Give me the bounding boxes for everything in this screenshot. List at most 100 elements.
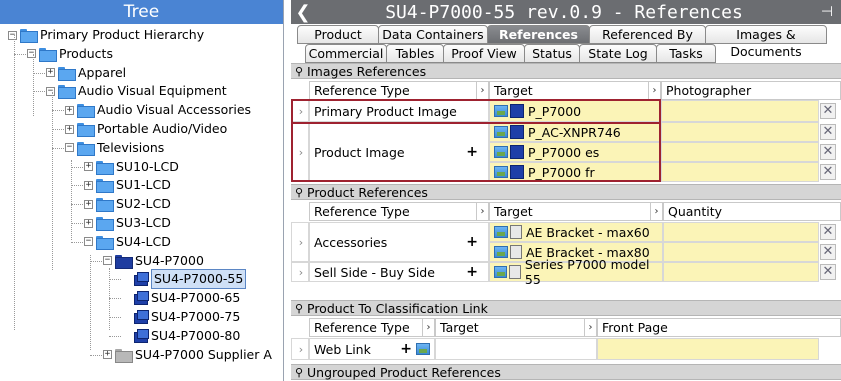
column-target[interactable]: Target › [489,81,661,100]
remove-reference-icon[interactable]: ✕ [820,103,836,119]
collapse-icon[interactable]: − [103,256,112,266]
remove-reference-icon[interactable]: ✕ [820,144,836,160]
column-quantity[interactable]: Quantity [663,202,841,221]
row-expand[interactable]: › [291,222,309,262]
column-reference-type[interactable]: Reference Type › [309,81,489,100]
row-expand[interactable]: › [291,262,309,282]
column-menu-icon[interactable]: › [584,319,596,336]
tab-images-documents[interactable]: Images & Documents [705,25,827,59]
row-expand-icon[interactable]: › [292,266,310,279]
column-reference-type[interactable]: Reference Type › [309,202,489,221]
row-expand-icon[interactable]: › [292,236,310,249]
pin-panel-icon[interactable]: ⊣ [813,4,841,20]
target-cell[interactable] [435,338,597,360]
classification-link-header[interactable]: ⚲ Product To Classification Link [291,300,841,316]
collapse-icon[interactable]: − [27,49,36,59]
tab-status[interactable]: Status [524,44,580,63]
tab-product[interactable]: Product [297,25,379,44]
target-label[interactable]: AE Bracket - max60 [526,225,650,240]
column-menu-icon[interactable]: › [422,319,434,336]
column-menu-icon[interactable]: › [648,82,660,99]
tab-tables[interactable]: Tables [386,44,444,63]
tree-node[interactable]: − Primary Product Hierarchy [8,26,204,44]
expand-icon[interactable]: + [84,180,93,190]
add-reference-icon[interactable]: + [466,264,478,280]
target-label[interactable]: Series P7000 model 55 [525,257,662,287]
tab-commercial[interactable]: Commercial [305,44,387,63]
target-cell[interactable]: AE Bracket - max60 [489,222,663,242]
tree-node[interactable]: + SU10-LCD [84,158,179,176]
tree-node[interactable]: + Portable Audio/Video [65,120,227,138]
tree-node[interactable]: − Products [27,45,113,63]
collapse-icon[interactable]: − [65,143,74,153]
photographer-cell[interactable] [661,100,819,122]
collapse-icon[interactable]: − [8,30,17,40]
column-target[interactable]: Target › [435,318,597,337]
quantity-cell[interactable] [663,222,819,242]
ungrouped-references-header[interactable]: ⚲ Ungrouped Product References [291,364,841,380]
tree-node[interactable]: + SU2-LCD [84,195,171,213]
photographer-cell[interactable] [661,142,819,162]
tab-proof-view[interactable]: Proof View [443,44,525,63]
tab-state-log[interactable]: State Log [579,44,657,63]
expand-icon[interactable]: + [84,218,93,228]
tree-node[interactable]: − SU4-P7000 [103,252,204,270]
tree-node[interactable]: SU4-P7000-80 [122,327,240,345]
tree-node[interactable]: − Televisions [65,139,164,157]
tree-node[interactable]: SU4-P7000-75 [122,308,240,326]
column-front-page[interactable]: Front Page [597,318,841,337]
tree-node[interactable]: + SU4-P7000 Supplier A [103,346,272,364]
tab-referenced-by[interactable]: Referenced By [589,25,706,44]
tab-references[interactable]: References [487,25,590,44]
tree-node-label: Primary Product Hierarchy [40,27,205,42]
add-reference-icon[interactable]: + [466,234,478,250]
collapse-icon[interactable]: − [46,86,55,96]
row-expand-icon[interactable]: › [292,343,310,356]
column-menu-icon[interactable]: › [476,203,488,220]
column-target[interactable]: Target › [489,202,663,221]
tab-tasks[interactable]: Tasks [656,44,716,63]
expand-icon[interactable]: + [65,105,74,115]
remove-reference-icon[interactable]: ✕ [820,264,836,280]
target-cell[interactable]: Series P7000 model 55 [489,257,663,287]
tree-node[interactable]: + SU1-LCD [84,176,171,194]
remove-reference-icon[interactable]: ✕ [820,224,836,240]
expand-icon[interactable]: + [46,68,55,78]
tree-node-label: Apparel [78,64,127,80]
tab-data-containers[interactable]: Data Containers [378,25,488,44]
quantity-cell[interactable] [663,242,819,262]
pin-icon[interactable]: ⚲ [291,366,307,379]
expand-icon[interactable]: + [84,162,93,172]
row-expand[interactable]: › [291,338,309,360]
expand-icon[interactable]: + [65,124,74,134]
remove-reference-icon[interactable]: ✕ [820,244,836,260]
tree-node[interactable]: − SU4-LCD [84,233,171,251]
quantity-cell[interactable] [663,262,819,282]
column-menu-icon[interactable]: › [650,203,662,220]
add-reference-icon[interactable]: + [400,341,412,357]
back-icon[interactable]: ❮ [291,2,315,23]
column-reference-type[interactable]: Reference Type › [309,318,435,337]
tree-node[interactable]: + SU3-LCD [84,214,171,232]
tree-node[interactable]: + Apparel [46,64,126,82]
remove-reference-icon[interactable]: ✕ [820,164,836,180]
tree-node[interactable]: − Audio Visual Equipment [46,82,227,100]
product-references-header[interactable]: ⚲ Product References [291,184,841,200]
pin-icon[interactable]: ⚲ [291,65,307,78]
tree-node[interactable]: SU4-P7000-55 [122,269,247,290]
images-references-header[interactable]: ⚲ Images References [291,63,841,79]
expand-icon[interactable]: + [84,199,93,209]
front-page-cell[interactable] [597,338,819,360]
expand-icon[interactable]: + [103,350,112,360]
remove-reference-icon[interactable]: ✕ [820,124,836,140]
tree-node[interactable]: SU4-P7000-65 [122,289,240,307]
tree-node[interactable]: + Audio Visual Accessories [65,101,251,119]
photographer-cell[interactable] [661,162,819,182]
column-photographer[interactable]: Photographer [661,81,841,100]
pin-icon[interactable]: ⚲ [291,186,307,199]
column-menu-icon[interactable]: › [476,82,488,99]
tree-connector [33,54,34,116]
collapse-icon[interactable]: − [84,237,93,247]
pin-icon[interactable]: ⚲ [291,302,307,315]
photographer-cell[interactable] [661,122,819,142]
